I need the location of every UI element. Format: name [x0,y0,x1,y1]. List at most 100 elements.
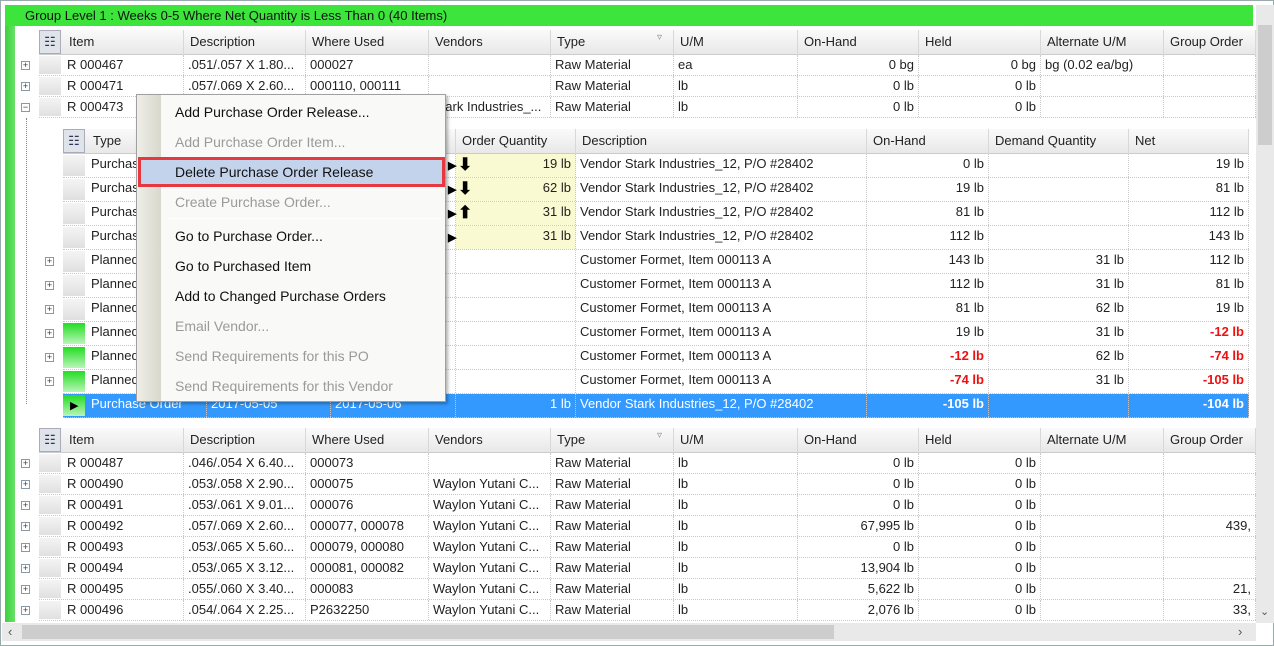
column-header-net[interactable]: Net [1129,129,1249,154]
scroll-right-icon[interactable]: › [1238,624,1242,639]
column-header-held[interactable]: Held [919,30,1041,55]
column-chooser-icon[interactable]: ☷ [63,129,85,153]
expand-icon[interactable]: + [21,585,30,594]
expand-icon[interactable]: + [21,459,30,468]
expand-icon[interactable]: + [21,543,30,552]
row-header[interactable] [63,227,85,248]
row-header[interactable]: ▶ [63,395,85,416]
row-header[interactable] [63,371,85,392]
scroll-down-icon[interactable]: ⌄ [1260,605,1269,618]
row-header[interactable] [39,538,61,556]
column-header-um[interactable]: U/M [674,428,798,453]
column-header-alt[interactable]: Alternate U/M [1041,30,1164,55]
row-header[interactable] [63,155,85,176]
column-header-held[interactable]: Held [919,428,1041,453]
column-header-demand-quantity[interactable]: Demand Quantity [989,129,1129,154]
column-header-desc[interactable]: Description [184,30,306,55]
menu-item-go-to-purchased-item[interactable]: Go to Purchased Item [175,252,311,280]
row-header[interactable] [63,179,85,200]
column-header-item[interactable]: Item [63,30,184,55]
table-row[interactable]: R 000492.057/.069 X 2.60... 000077, 00007… [39,516,1256,537]
column-header-group[interactable]: Group Order [1164,30,1256,55]
collapse-icon[interactable]: − [21,103,30,112]
cell-vendors: Waylon Yutani C... [429,558,551,578]
expand-icon[interactable]: + [45,377,54,386]
cell-type: Raw Material [551,495,674,515]
table-row[interactable]: R 000494.053/.065 X 3.12... 000081, 00008… [39,558,1256,579]
menu-item-add-to-changed-purchase-orders[interactable]: Add to Changed Purchase Orders [175,282,386,310]
column-header-onhand[interactable]: On-Hand [798,30,919,55]
group-header[interactable]: − Group Level 1 : Weeks 0-5 Where Net Qu… [5,5,1253,26]
column-header-item[interactable]: Item [63,428,184,453]
expand-icon[interactable]: + [45,305,54,314]
row-header[interactable] [39,98,61,116]
expand-icon[interactable]: + [21,82,30,91]
row-header[interactable] [39,475,61,493]
row-header[interactable] [63,203,85,224]
row-header[interactable] [63,275,85,296]
column-header-on-hand[interactable]: On-Hand [867,129,989,154]
column-header-description[interactable]: Description [576,129,867,154]
sort-filter-icon[interactable]: ▿ [657,32,662,43]
menu-item-send-requirements-for-this-vendor[interactable]: Send Requirements for this Vendor [175,372,393,400]
expand-icon[interactable]: + [21,564,30,573]
horizontal-scroll-thumb[interactable] [22,625,834,639]
expand-icon[interactable]: + [21,606,30,615]
column-header-um[interactable]: U/M [674,30,798,55]
vertical-scroll-thumb[interactable] [1258,25,1272,145]
table-row[interactable]: R 000487.046/.054 X 6.40... 000073 Raw Mat… [39,453,1256,474]
menu-item-delete-purchase-order-release[interactable]: Delete Purchase Order Release [175,158,373,186]
column-chooser-icon[interactable]: ☷ [39,30,61,54]
row-header[interactable] [39,559,61,577]
table-row[interactable]: R 000495.055/.060 X 3.40... 000083 Waylon … [39,579,1256,600]
column-header-vendors[interactable]: Vendors [429,428,551,453]
row-header[interactable] [39,517,61,535]
row-marker-icon: ▶ [448,208,457,220]
table-row[interactable]: R 000496.054/.064 X 2.25... P2632250 Waylo… [39,600,1256,621]
row-header[interactable] [63,347,85,368]
column-header-where[interactable]: Where Used [306,428,429,453]
expand-icon[interactable]: + [45,281,54,290]
row-header[interactable] [63,323,85,344]
row-header[interactable] [39,496,61,514]
column-header-order-quantity[interactable]: Order Quantity [456,129,576,154]
table-row[interactable]: R 000490.053/.058 X 2.90... 000075 Waylon … [39,474,1256,495]
menu-item-add-purchase-order-item[interactable]: Add Purchase Order Item... [175,128,345,156]
vertical-scrollbar[interactable]: ⌄ [1256,5,1274,623]
column-header-group[interactable]: Group Order [1164,428,1256,453]
row-header[interactable] [39,580,61,598]
table-row[interactable]: R 000467.051/.057 X 1.80... 000027 Raw Mat… [39,55,1256,76]
sort-filter-icon[interactable]: ▿ [657,430,662,441]
menu-gutter [137,95,161,401]
column-chooser-icon[interactable]: ☷ [39,428,61,452]
expand-icon[interactable]: + [21,501,30,510]
expand-icon[interactable]: + [21,522,30,531]
column-header-alt[interactable]: Alternate U/M [1041,428,1164,453]
column-header-onhand[interactable]: On-Hand [798,428,919,453]
row-header[interactable] [63,299,85,320]
menu-item-create-purchase-order[interactable]: Create Purchase Order... [175,188,331,216]
column-header-where[interactable]: Where Used [306,30,429,55]
table-row[interactable]: R 000491.053/.061 X 9.01... 000076 Waylon … [39,495,1256,516]
menu-item-add-purchase-order-release[interactable]: Add Purchase Order Release... [175,98,370,126]
row-header[interactable] [39,56,61,74]
expand-icon[interactable]: + [21,61,30,70]
horizontal-scrollbar[interactable]: ‹ › [2,623,1256,641]
expand-icon[interactable]: + [21,480,30,489]
expand-icon[interactable]: + [45,257,54,266]
expand-icon[interactable]: + [45,353,54,362]
expand-icon[interactable]: + [45,329,54,338]
row-header[interactable] [63,251,85,272]
column-header-type[interactable]: Type [551,428,674,453]
row-header[interactable] [39,454,61,472]
scroll-left-icon[interactable]: ‹ [8,624,12,639]
row-header[interactable] [39,77,61,95]
menu-item-email-vendor[interactable]: Email Vendor... [175,312,269,340]
column-header-desc[interactable]: Description [184,428,306,453]
table-row[interactable]: R 000493.053/.065 X 5.60... 000079, 00008… [39,537,1256,558]
column-header-type[interactable]: Type [551,30,674,55]
menu-item-go-to-purchase-order[interactable]: Go to Purchase Order... [175,222,323,250]
column-header-vendors[interactable]: Vendors [429,30,551,55]
row-header[interactable] [39,601,61,619]
menu-item-send-requirements-for-this-po[interactable]: Send Requirements for this PO [175,342,369,370]
